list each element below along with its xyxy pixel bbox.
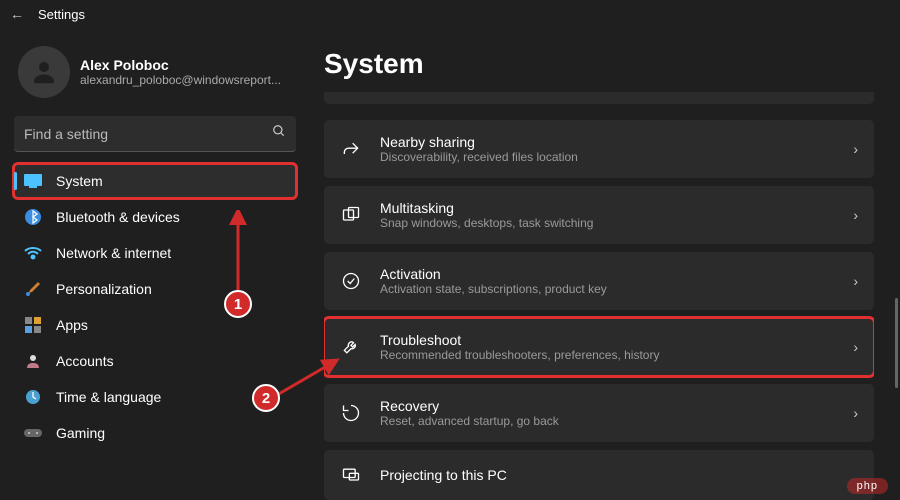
watermark: php	[847, 478, 888, 494]
person-icon	[29, 57, 59, 87]
sidebar-item-accounts[interactable]: Accounts	[14, 344, 296, 378]
sidebar-item-system[interactable]: System	[14, 164, 296, 198]
sidebar-item-label: Personalization	[56, 281, 152, 297]
wrench-icon	[340, 336, 362, 358]
setting-activation[interactable]: Activation Activation state, subscriptio…	[324, 252, 874, 310]
setting-title: Troubleshoot	[380, 332, 835, 348]
sidebar-item-bluetooth[interactable]: Bluetooth & devices	[14, 200, 296, 234]
setting-title: Nearby sharing	[380, 134, 835, 150]
sidebar-item-label: Gaming	[56, 425, 105, 441]
search-placeholder: Find a setting	[24, 126, 108, 142]
sidebar-item-network[interactable]: Network & internet	[14, 236, 296, 270]
page-title: System	[324, 48, 874, 80]
user-email: alexandru_poloboc@windowsreport...	[80, 73, 281, 87]
setting-nearby-sharing[interactable]: Nearby sharing Discoverability, received…	[324, 120, 874, 178]
sidebar-item-label: System	[56, 173, 103, 189]
sidebar-item-label: Bluetooth & devices	[56, 209, 180, 225]
setting-projecting[interactable]: Projecting to this PC	[324, 450, 874, 500]
chevron-right-icon: ›	[853, 405, 858, 421]
setting-desc: Reset, advanced startup, go back	[380, 414, 835, 428]
title-bar: ← Settings	[0, 0, 900, 28]
user-name: Alex Poloboc	[80, 57, 281, 73]
accounts-icon	[24, 352, 42, 370]
scrollbar[interactable]	[895, 298, 898, 388]
sidebar: Alex Poloboc alexandru_poloboc@windowsre…	[0, 28, 310, 500]
setting-title: Activation	[380, 266, 835, 282]
sidebar-item-label: Accounts	[56, 353, 114, 369]
setting-troubleshoot[interactable]: Troubleshoot Recommended troubleshooters…	[324, 318, 874, 376]
setting-desc: Activation state, subscriptions, product…	[380, 282, 835, 296]
search-input[interactable]: Find a setting	[14, 116, 296, 152]
setting-list: Nearby sharing Discoverability, received…	[324, 120, 874, 500]
sidebar-item-personalization[interactable]: Personalization	[14, 272, 296, 306]
user-block[interactable]: Alex Poloboc alexandru_poloboc@windowsre…	[14, 36, 296, 116]
chevron-right-icon: ›	[853, 207, 858, 223]
setting-recovery[interactable]: Recovery Reset, advanced startup, go bac…	[324, 384, 874, 442]
sidebar-item-apps[interactable]: Apps	[14, 308, 296, 342]
gaming-icon	[24, 424, 42, 442]
projecting-icon	[340, 464, 362, 486]
wifi-icon	[24, 244, 42, 262]
clock-globe-icon	[24, 388, 42, 406]
search-icon	[272, 124, 286, 143]
setting-desc: Snap windows, desktops, task switching	[380, 216, 835, 230]
bluetooth-icon	[24, 208, 42, 226]
nav-list: System Bluetooth & devices Network & int…	[14, 164, 296, 452]
chevron-right-icon: ›	[853, 339, 858, 355]
recovery-icon	[340, 402, 362, 424]
apps-icon	[24, 316, 42, 334]
paintbrush-icon	[24, 280, 42, 298]
sidebar-item-label: Apps	[56, 317, 88, 333]
display-icon	[24, 172, 42, 190]
sidebar-item-label: Time & language	[56, 389, 161, 405]
sidebar-item-gaming[interactable]: Gaming	[14, 416, 296, 450]
check-circle-icon	[340, 270, 362, 292]
setting-item-cutoff[interactable]	[324, 92, 874, 104]
avatar	[18, 46, 70, 98]
main-content: System Nearby sharing Discoverability, r…	[310, 28, 900, 500]
sidebar-item-time-language[interactable]: Time & language	[14, 380, 296, 414]
setting-multitasking[interactable]: Multitasking Snap windows, desktops, tas…	[324, 186, 874, 244]
setting-desc: Recommended troubleshooters, preferences…	[380, 348, 835, 362]
sidebar-item-label: Network & internet	[56, 245, 171, 261]
setting-title: Projecting to this PC	[380, 467, 858, 483]
setting-title: Recovery	[380, 398, 835, 414]
window-title: Settings	[38, 7, 85, 22]
multitasking-icon	[340, 204, 362, 226]
setting-title: Multitasking	[380, 200, 835, 216]
share-icon	[340, 138, 362, 160]
chevron-right-icon: ›	[853, 141, 858, 157]
back-icon[interactable]: ←	[10, 6, 24, 22]
chevron-right-icon: ›	[853, 273, 858, 289]
setting-desc: Discoverability, received files location	[380, 150, 835, 164]
